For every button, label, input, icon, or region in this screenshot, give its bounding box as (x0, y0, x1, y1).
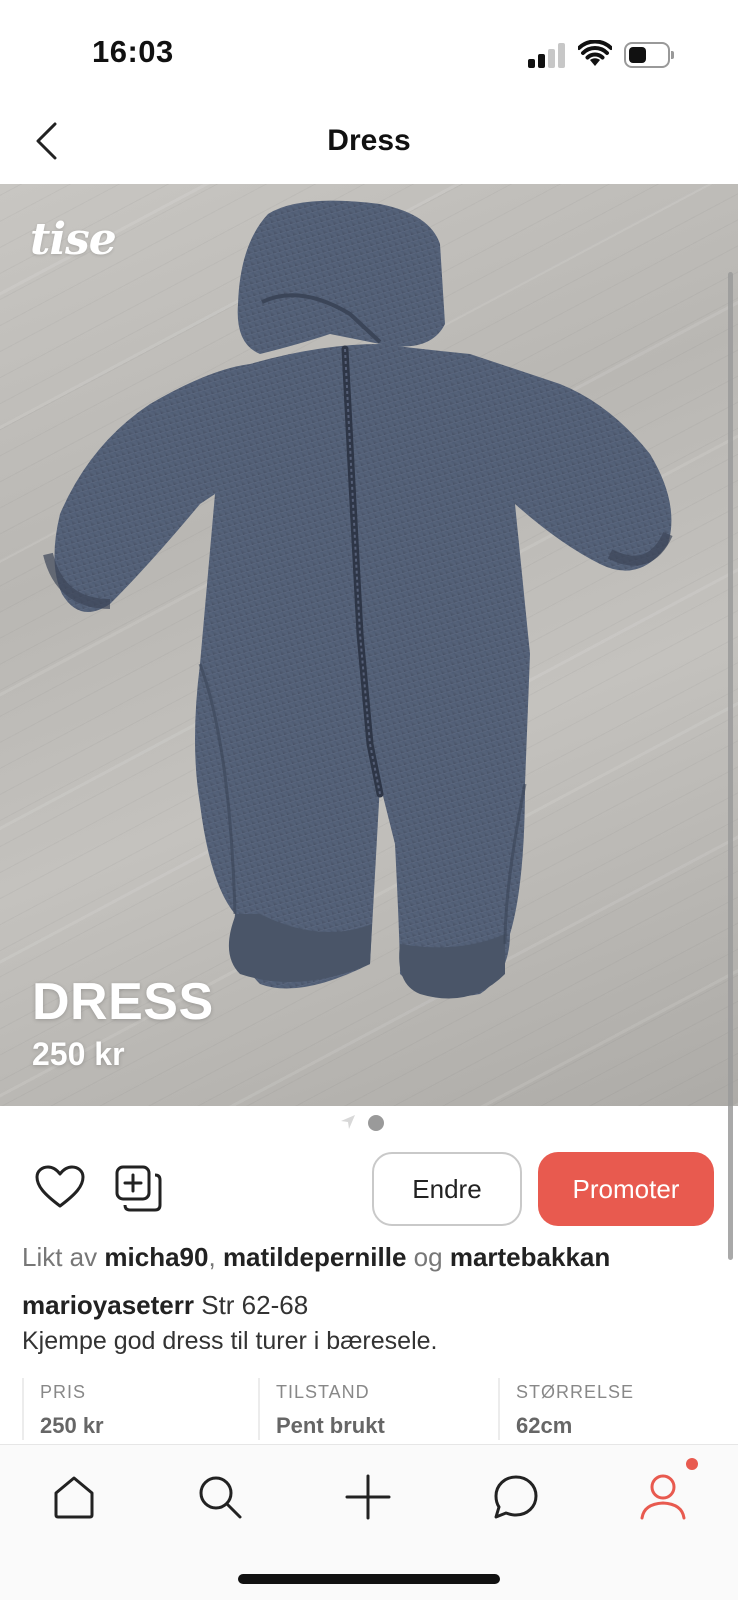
edit-button[interactable]: Endre (372, 1152, 522, 1226)
tab-home[interactable] (44, 1467, 104, 1527)
liker-username[interactable]: micha90 (104, 1242, 208, 1272)
nav-header: Dress (0, 100, 738, 184)
tab-messages[interactable] (486, 1467, 546, 1527)
detail-key: TILSTAND (276, 1382, 370, 1402)
image-overlay-price: 250 kr (32, 1036, 125, 1072)
like-button[interactable] (34, 1164, 86, 1210)
battery-icon (624, 42, 674, 68)
promote-button[interactable]: Promoter (538, 1152, 714, 1226)
search-icon (199, 1476, 242, 1519)
liked-by-line: Likt av micha90, matildepernille og mart… (22, 1242, 610, 1273)
heart-icon (35, 1165, 85, 1208)
scrollbar[interactable] (728, 272, 733, 1260)
detail-size: STØRRELSE 62cm (498, 1378, 722, 1440)
detail-key: PRIS (40, 1382, 87, 1402)
separator-comma: , (208, 1242, 216, 1272)
add-collection-icon (115, 1165, 162, 1212)
liked-by-conjunction: og (413, 1242, 443, 1272)
plus-icon (345, 1474, 391, 1520)
detail-value: Pent brukt (276, 1413, 385, 1438)
tise-watermark-logo: tise (30, 214, 117, 265)
detail-value: 62cm (516, 1413, 573, 1438)
detail-key: STØRRELSE (516, 1382, 635, 1402)
add-to-collection-button[interactable] (114, 1164, 164, 1214)
cellular-signal-icon (528, 42, 568, 68)
status-time: 16:03 (92, 34, 174, 69)
notification-badge (686, 1458, 698, 1470)
product-details: PRIS 250 kr TILSTAND Pent brukt STØRRELS… (22, 1378, 722, 1440)
detail-condition: TILSTAND Pent brukt (258, 1378, 498, 1440)
home-icon (54, 1476, 94, 1519)
detail-value: 250 kr (40, 1413, 104, 1438)
tab-sell[interactable] (338, 1467, 398, 1527)
image-pager (336, 1112, 396, 1134)
baby-suit-illustration (43, 200, 673, 999)
description-header: marioyaseterr Str 62-68 (22, 1290, 308, 1321)
liked-by-prefix: Likt av (22, 1242, 98, 1272)
liker-username[interactable]: martebakkan (450, 1242, 610, 1272)
tab-search[interactable] (190, 1467, 250, 1527)
profile-icon (640, 1474, 686, 1520)
location-arrow-icon (341, 1115, 355, 1129)
status-bar: 16:03 (0, 0, 738, 100)
description-body: Kjempe god dress til turer i bæresele. (22, 1327, 438, 1355)
page-title: Dress (327, 124, 411, 157)
tab-profile[interactable] (633, 1467, 693, 1527)
image-overlay-title: DRESS (32, 973, 214, 1031)
chat-icon (494, 1475, 538, 1519)
wifi-icon (578, 40, 612, 66)
pager-dot-active[interactable] (368, 1115, 384, 1131)
product-image[interactable]: tise DRESS 250 kr (0, 184, 738, 1106)
seller-username[interactable]: marioyaseterr (22, 1290, 194, 1320)
home-indicator[interactable] (238, 1574, 500, 1584)
liker-username[interactable]: matildepernille (223, 1242, 407, 1272)
size-text: Str 62-68 (201, 1290, 309, 1320)
detail-price: PRIS 250 kr (22, 1378, 258, 1440)
